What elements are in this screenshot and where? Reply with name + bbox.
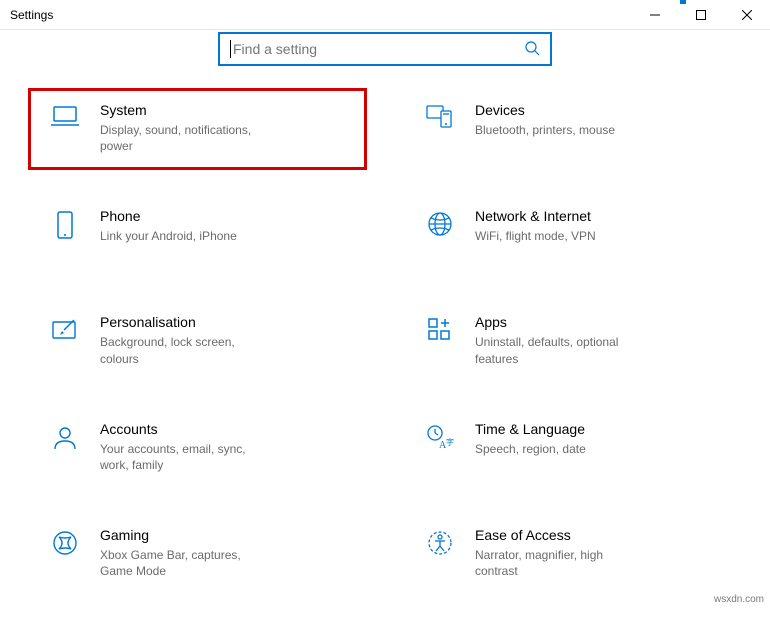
- phone-icon: [48, 210, 82, 240]
- tile-text: Apps Uninstall, defaults, optional featu…: [475, 314, 730, 366]
- close-icon: [742, 10, 752, 20]
- watermark: wsxdn.com: [714, 594, 764, 605]
- tile-title: Time & Language: [475, 421, 730, 437]
- globe-icon: [423, 210, 457, 238]
- accent-bar: [680, 0, 686, 4]
- tile-system[interactable]: System Display, sound, notifications, po…: [30, 90, 365, 168]
- tile-gaming[interactable]: Gaming Xbox Game Bar, captures, Game Mod…: [30, 515, 365, 593]
- tile-phone[interactable]: Phone Link your Android, iPhone: [30, 196, 365, 274]
- tile-desc: Narrator, magnifier, high contrast: [475, 547, 645, 579]
- tile-text: Ease of Access Narrator, magnifier, high…: [475, 527, 730, 579]
- minimize-icon: [650, 10, 660, 20]
- content-area: System Display, sound, notifications, po…: [0, 32, 770, 624]
- tile-time-language[interactable]: A 字 Time & Language Speech, region, date: [405, 409, 740, 487]
- minimize-button[interactable]: [632, 0, 678, 29]
- tile-desc: WiFi, flight mode, VPN: [475, 228, 645, 244]
- devices-icon: [423, 104, 457, 130]
- titlebar: Settings: [0, 0, 770, 30]
- search-input[interactable]: [233, 41, 524, 57]
- titlebar-controls: [632, 0, 770, 29]
- tile-title: Devices: [475, 102, 730, 118]
- maximize-button[interactable]: [678, 0, 724, 29]
- tile-ease-of-access[interactable]: Ease of Access Narrator, magnifier, high…: [405, 515, 740, 593]
- tile-desc: Xbox Game Bar, captures, Game Mode: [100, 547, 270, 579]
- tile-text: Phone Link your Android, iPhone: [100, 208, 355, 244]
- tile-title: Ease of Access: [475, 527, 730, 543]
- tile-personalisation[interactable]: Personalisation Background, lock screen,…: [30, 302, 365, 380]
- tile-title: Network & Internet: [475, 208, 730, 224]
- tile-title: Gaming: [100, 527, 355, 543]
- personalise-icon: [48, 316, 82, 342]
- tile-title: System: [100, 102, 355, 118]
- maximize-icon: [696, 10, 706, 20]
- text-caret: [230, 40, 231, 58]
- gaming-icon: [48, 529, 82, 557]
- tile-text: Devices Bluetooth, printers, mouse: [475, 102, 730, 138]
- tile-desc: Uninstall, defaults, optional features: [475, 334, 645, 366]
- settings-grid: System Display, sound, notifications, po…: [0, 90, 770, 624]
- tile-apps[interactable]: Apps Uninstall, defaults, optional featu…: [405, 302, 740, 380]
- tile-desc: Display, sound, notifications, power: [100, 122, 270, 154]
- tile-desc: Bluetooth, printers, mouse: [475, 122, 645, 138]
- search-box[interactable]: [218, 32, 552, 66]
- window-title: Settings: [10, 8, 53, 22]
- apps-icon: [423, 316, 457, 344]
- laptop-icon: [48, 104, 82, 128]
- tile-text: Accounts Your accounts, email, sync, wor…: [100, 421, 355, 473]
- account-icon: [48, 423, 82, 451]
- tile-desc: Speech, region, date: [475, 441, 645, 457]
- tile-desc: Link your Android, iPhone: [100, 228, 270, 244]
- tile-text: Network & Internet WiFi, flight mode, VP…: [475, 208, 730, 244]
- tile-title: Phone: [100, 208, 355, 224]
- tile-title: Apps: [475, 314, 730, 330]
- time-language-icon: A 字: [423, 423, 457, 451]
- search-icon: [524, 40, 540, 59]
- tile-text: Time & Language Speech, region, date: [475, 421, 730, 457]
- tile-text: System Display, sound, notifications, po…: [100, 102, 355, 154]
- close-button[interactable]: [724, 0, 770, 29]
- tile-accounts[interactable]: Accounts Your accounts, email, sync, wor…: [30, 409, 365, 487]
- svg-text:字: 字: [446, 437, 454, 447]
- tile-title: Accounts: [100, 421, 355, 437]
- tile-devices[interactable]: Devices Bluetooth, printers, mouse: [405, 90, 740, 168]
- tile-desc: Background, lock screen, colours: [100, 334, 270, 366]
- tile-network[interactable]: Network & Internet WiFi, flight mode, VP…: [405, 196, 740, 274]
- tile-desc: Your accounts, email, sync, work, family: [100, 441, 270, 473]
- tile-text: Personalisation Background, lock screen,…: [100, 314, 355, 366]
- search-wrap: [0, 32, 770, 66]
- tile-title: Personalisation: [100, 314, 355, 330]
- ease-of-access-icon: [423, 529, 457, 557]
- tile-text: Gaming Xbox Game Bar, captures, Game Mod…: [100, 527, 355, 579]
